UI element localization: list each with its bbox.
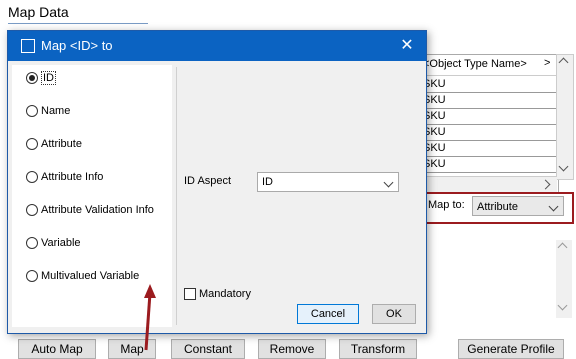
title-underline: [8, 23, 148, 24]
scroll-right-icon[interactable]: [540, 179, 551, 190]
scroll-down-icon[interactable]: [557, 300, 568, 311]
map-to-label: Map to:: [428, 199, 465, 211]
mandatory-label: Mandatory: [199, 288, 251, 300]
scroll-up-icon[interactable]: [557, 242, 568, 253]
constant-button[interactable]: Constant: [171, 339, 245, 359]
option-name[interactable]: Name: [26, 103, 70, 119]
ok-button[interactable]: OK: [372, 304, 416, 324]
grid-header-label: <Object Type Name>: [423, 58, 527, 70]
grid-vertical-scrollbar[interactable]: [556, 54, 574, 180]
radio-selected-icon[interactable]: [26, 72, 38, 84]
radio-icon[interactable]: [26, 171, 38, 183]
remove-button[interactable]: Remove: [258, 339, 326, 359]
option-label: Attribute: [41, 138, 82, 150]
scroll-down-icon[interactable]: [558, 161, 569, 172]
id-aspect-label: ID Aspect: [184, 175, 232, 187]
radio-icon[interactable]: [26, 105, 38, 117]
id-aspect-select[interactable]: ID: [257, 172, 399, 192]
grid-header[interactable]: <Object Type Name> >: [413, 55, 558, 76]
option-attribute-info[interactable]: Attribute Info: [26, 169, 103, 185]
transform-button[interactable]: Transform: [339, 339, 417, 359]
generate-profile-button[interactable]: Generate Profile: [458, 339, 564, 359]
option-label: Attribute Info: [41, 171, 104, 183]
option-attribute[interactable]: Attribute: [26, 136, 82, 152]
option-label: Variable: [41, 237, 81, 249]
radio-icon[interactable]: [26, 204, 38, 216]
dialog-title-bar: Map <ID> to ✕: [8, 31, 426, 61]
object-grid[interactable]: <Object Type Name> > SKU SKU SKU SKU SKU…: [412, 54, 559, 196]
cancel-button[interactable]: Cancel: [297, 304, 359, 324]
map-dialog: Map <ID> to ✕ ID Name Attribute Attribut…: [7, 30, 427, 334]
window-icon: [21, 39, 35, 53]
option-label: Attribute Validation Info: [41, 204, 154, 216]
mapping-options-panel: ID Name Attribute Attribute Info Attribu…: [12, 65, 172, 327]
option-attribute-validation-info[interactable]: Attribute Validation Info: [26, 202, 154, 218]
option-label: Multivalued Variable: [41, 270, 140, 282]
table-row[interactable]: SKU: [413, 140, 558, 157]
mandatory-option[interactable]: Mandatory: [184, 288, 251, 300]
panel-divider: [176, 67, 177, 325]
map-button[interactable]: Map: [108, 339, 156, 359]
map-to-select[interactable]: Attribute: [472, 196, 564, 216]
option-label: Name: [41, 105, 71, 117]
auto-map-button[interactable]: Auto Map: [18, 339, 96, 359]
radio-icon[interactable]: [26, 138, 38, 150]
option-label: ID: [41, 71, 56, 85]
dialog-title: Map <ID> to: [41, 38, 113, 53]
chevron-right-icon[interactable]: >: [544, 57, 550, 69]
table-row[interactable]: SKU: [413, 124, 558, 141]
radio-icon[interactable]: [26, 270, 38, 282]
close-icon[interactable]: ✕: [396, 35, 418, 57]
table-row[interactable]: SKU: [413, 92, 558, 109]
scroll-up-icon[interactable]: [558, 57, 569, 68]
option-multivalued-variable[interactable]: Multivalued Variable: [26, 268, 139, 284]
table-row[interactable]: SKU: [413, 156, 558, 173]
option-id[interactable]: ID: [26, 70, 56, 86]
radio-icon[interactable]: [26, 237, 38, 249]
mandatory-checkbox[interactable]: [184, 288, 196, 300]
grid-horizontal-scrollbar[interactable]: [412, 176, 557, 193]
table-row[interactable]: SKU: [413, 108, 558, 125]
chevron-down-icon: [548, 201, 559, 212]
window-title: Map Data: [8, 4, 69, 20]
table-row[interactable]: SKU: [413, 76, 558, 93]
option-variable[interactable]: Variable: [26, 235, 81, 251]
list-vertical-scrollbar[interactable]: [556, 240, 572, 318]
chevron-down-icon: [383, 177, 394, 188]
